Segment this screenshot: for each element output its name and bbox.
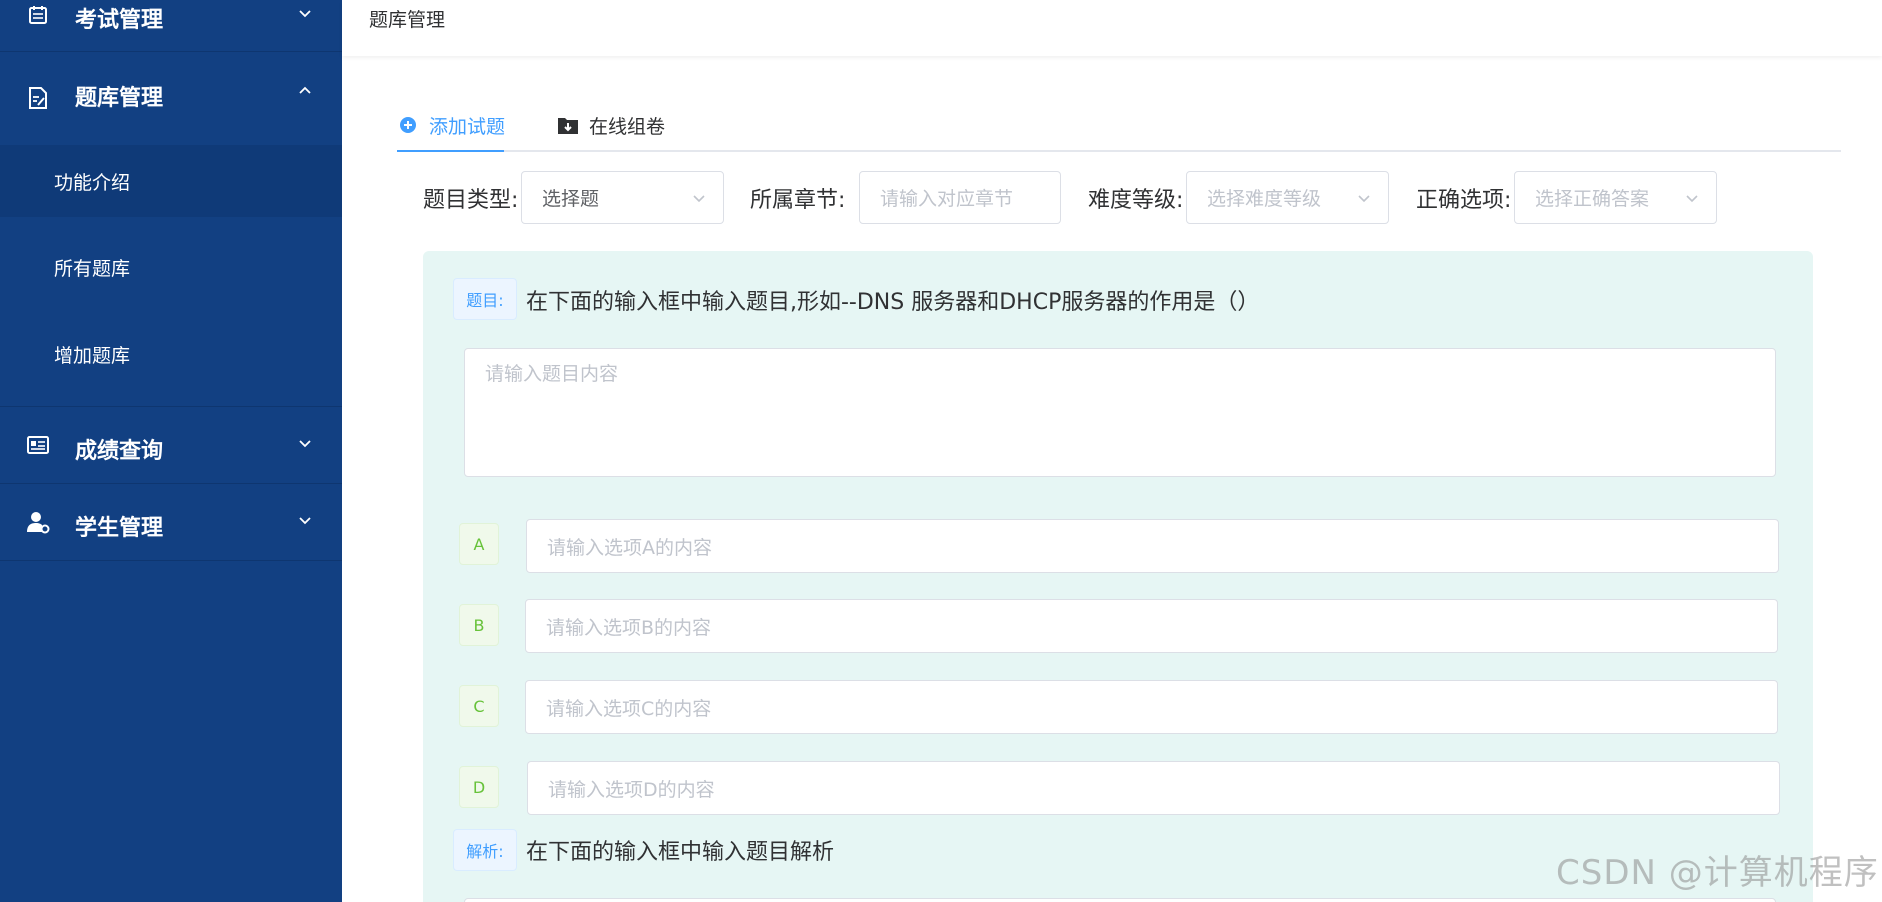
chevron-down-icon [296, 434, 314, 452]
input-placeholder: 请输入选项A的内容 [547, 536, 712, 559]
option-d-tag: D [459, 766, 499, 808]
breadcrumb: 题库管理 [369, 9, 446, 31]
option-a-input[interactable]: 请输入选项A的内容 [526, 519, 1779, 573]
edit-doc-icon [26, 86, 50, 110]
question-type-select[interactable]: 选择题 [521, 171, 724, 224]
folder-download-icon [557, 114, 579, 136]
option-c-tag: C [459, 685, 499, 727]
input-placeholder: 请输入选项C的内容 [546, 697, 712, 720]
question-type-label: 题目类型: [423, 188, 519, 213]
sidebar-item-label: 增加题库 [54, 344, 131, 367]
user-gear-icon [26, 510, 50, 534]
input-placeholder: 请输入选项D的内容 [548, 778, 715, 801]
option-d-input[interactable]: 请输入选项D的内容 [527, 761, 1780, 815]
calendar-icon [26, 3, 50, 27]
select-placeholder: 选择难度等级 [1207, 188, 1322, 210]
question-content-textarea[interactable]: 请输入题目内容 [464, 348, 1776, 477]
plus-circle-icon [397, 114, 419, 136]
analysis-textarea[interactable] [464, 898, 1776, 902]
textarea-placeholder: 请输入题目内容 [485, 363, 619, 385]
correct-answer-select[interactable]: 选择正确答案 [1514, 171, 1717, 224]
option-b-input[interactable]: 请输入选项B的内容 [525, 599, 1778, 653]
menu-label: 成绩查询 [75, 439, 164, 464]
menu-score-query[interactable]: 成绩查询 [0, 407, 342, 483]
chevron-down-icon [1684, 190, 1700, 206]
difficulty-label: 难度等级: [1088, 188, 1184, 213]
difficulty-select[interactable]: 选择难度等级 [1186, 171, 1389, 224]
option-b-tag: B [459, 604, 499, 646]
chapter-label: 所属章节: [750, 188, 846, 213]
option-c-input[interactable]: 请输入选项C的内容 [525, 680, 1778, 734]
tab-add-question[interactable]: 添加试题 [397, 100, 506, 152]
menu-exam-management[interactable]: 考试管理 [0, 0, 342, 34]
top-header: 题库管理 [342, 0, 1882, 56]
option-a-tag: A [459, 523, 499, 565]
select-placeholder: 选择正确答案 [1535, 188, 1650, 210]
chapter-input[interactable]: 请输入对应章节 [859, 171, 1061, 224]
question-hint: 在下面的输入框中输入题目,形如--DNS 服务器和DHCP服务器的作用是（） [526, 290, 1260, 315]
analysis-hint: 在下面的输入框中输入题目解析 [526, 840, 835, 865]
sidebar-item-label: 所有题库 [54, 257, 131, 280]
menu-label: 考试管理 [75, 8, 164, 33]
input-placeholder: 请输入对应章节 [880, 188, 1014, 210]
chevron-down-icon [296, 511, 314, 529]
menu-label: 题库管理 [75, 86, 164, 111]
sidebar-item-label: 功能介绍 [54, 171, 131, 194]
question-tag: 题目: [453, 278, 517, 320]
analysis-tag: 解析: [453, 829, 517, 871]
input-placeholder: 请输入选项B的内容 [546, 616, 712, 639]
menu-question-bank[interactable]: 题库管理 [0, 52, 342, 144]
tab-online-paper[interactable]: 在线组卷 [557, 100, 665, 150]
chevron-down-icon [296, 4, 314, 22]
tab-label: 添加试题 [429, 115, 506, 138]
chevron-down-icon [1356, 190, 1372, 206]
select-value: 选择题 [542, 188, 600, 210]
sidebar-item-intro[interactable]: 功能介绍 [0, 145, 342, 217]
sidebar-item-add-bank[interactable]: 增加题库 [0, 318, 342, 390]
menu-label: 学生管理 [75, 516, 164, 541]
chevron-down-icon [691, 190, 707, 206]
menu-student-management[interactable]: 学生管理 [0, 484, 342, 560]
correct-answer-label: 正确选项: [1416, 188, 1512, 213]
sidebar-item-all-banks[interactable]: 所有题库 [0, 231, 342, 303]
watermark: CSDN @计算机程序 [1556, 853, 1879, 893]
chevron-up-icon [296, 82, 314, 100]
id-card-icon [26, 433, 50, 457]
menu-divider [0, 560, 342, 561]
sidebar: 考试管理 题库管理 功能介绍 所有题库 增加题库 成绩查询 学生管理 [0, 0, 342, 902]
tab-bar: 添加试题 在线组卷 [397, 100, 1841, 152]
tab-label: 在线组卷 [589, 115, 666, 138]
